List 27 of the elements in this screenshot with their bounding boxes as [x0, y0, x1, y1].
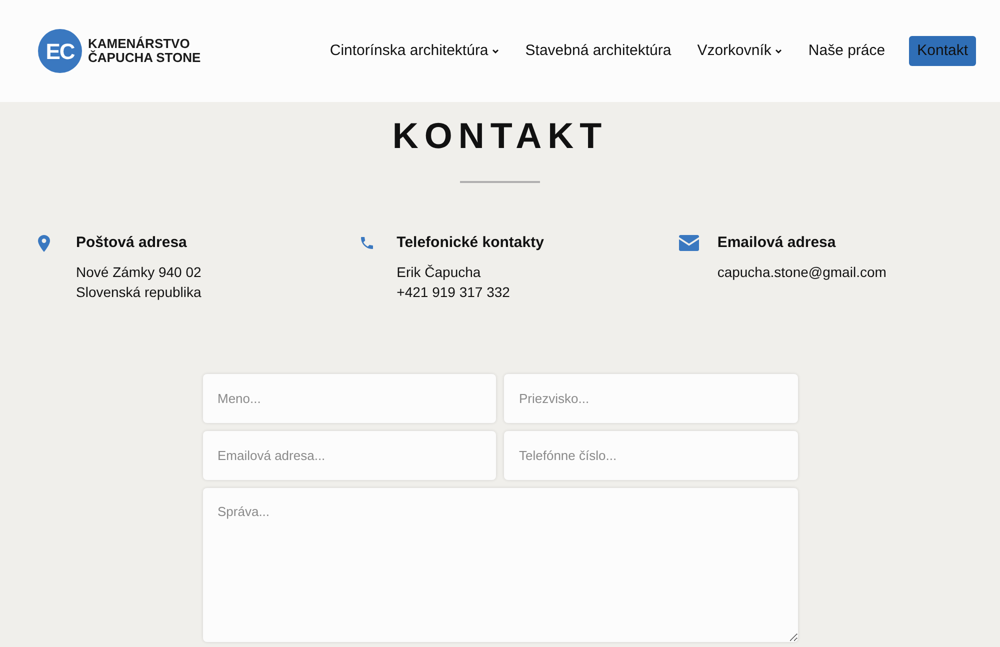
phone-icon: [358, 235, 375, 251]
contact-text: Erik Čapucha: [396, 263, 482, 282]
logo-text: ČAPUCHA STONE: [88, 51, 201, 65]
contact-text: Nové Zámky 940 02: [76, 263, 202, 282]
message-field[interactable]: Správa...: [202, 488, 798, 642]
contact-text: +421 919 317 332: [396, 283, 511, 302]
nav-link[interactable]: Stavebná architektúra: [525, 40, 672, 62]
logo-mark[interactable]: EC: [38, 29, 82, 73]
nav-link[interactable]: Naše práce: [808, 40, 886, 62]
chevron-down-icon: [775, 48, 782, 54]
input-field[interactable]: Emailová adresa...: [202, 431, 496, 480]
contact-heading: Telefonické kontakty: [396, 233, 544, 253]
chevron-down-icon: [492, 48, 500, 54]
location-pin-icon: [38, 235, 50, 252]
envelope-icon: [679, 235, 700, 251]
nav-link[interactable]: Vzorkovník: [697, 40, 782, 62]
contact-text: Slovenská republika: [76, 283, 202, 302]
contact-heading: Emailová adresa: [717, 233, 837, 253]
input-field[interactable]: Meno...: [202, 374, 496, 423]
contact-heading: Poštová adresa: [76, 233, 188, 253]
input-field[interactable]: Telefónne číslo...: [504, 431, 798, 480]
page-title: KONTAKT: [391, 114, 609, 158]
contact-text: capucha.stone@gmail.com: [717, 263, 886, 282]
input-field[interactable]: Priezvisko...: [504, 374, 798, 423]
nav-link[interactable]: Kontakt: [909, 36, 976, 66]
nav-link[interactable]: Cintorínska architektúra: [330, 40, 500, 62]
logo-text: KAMENÁRSTVO: [88, 37, 191, 51]
